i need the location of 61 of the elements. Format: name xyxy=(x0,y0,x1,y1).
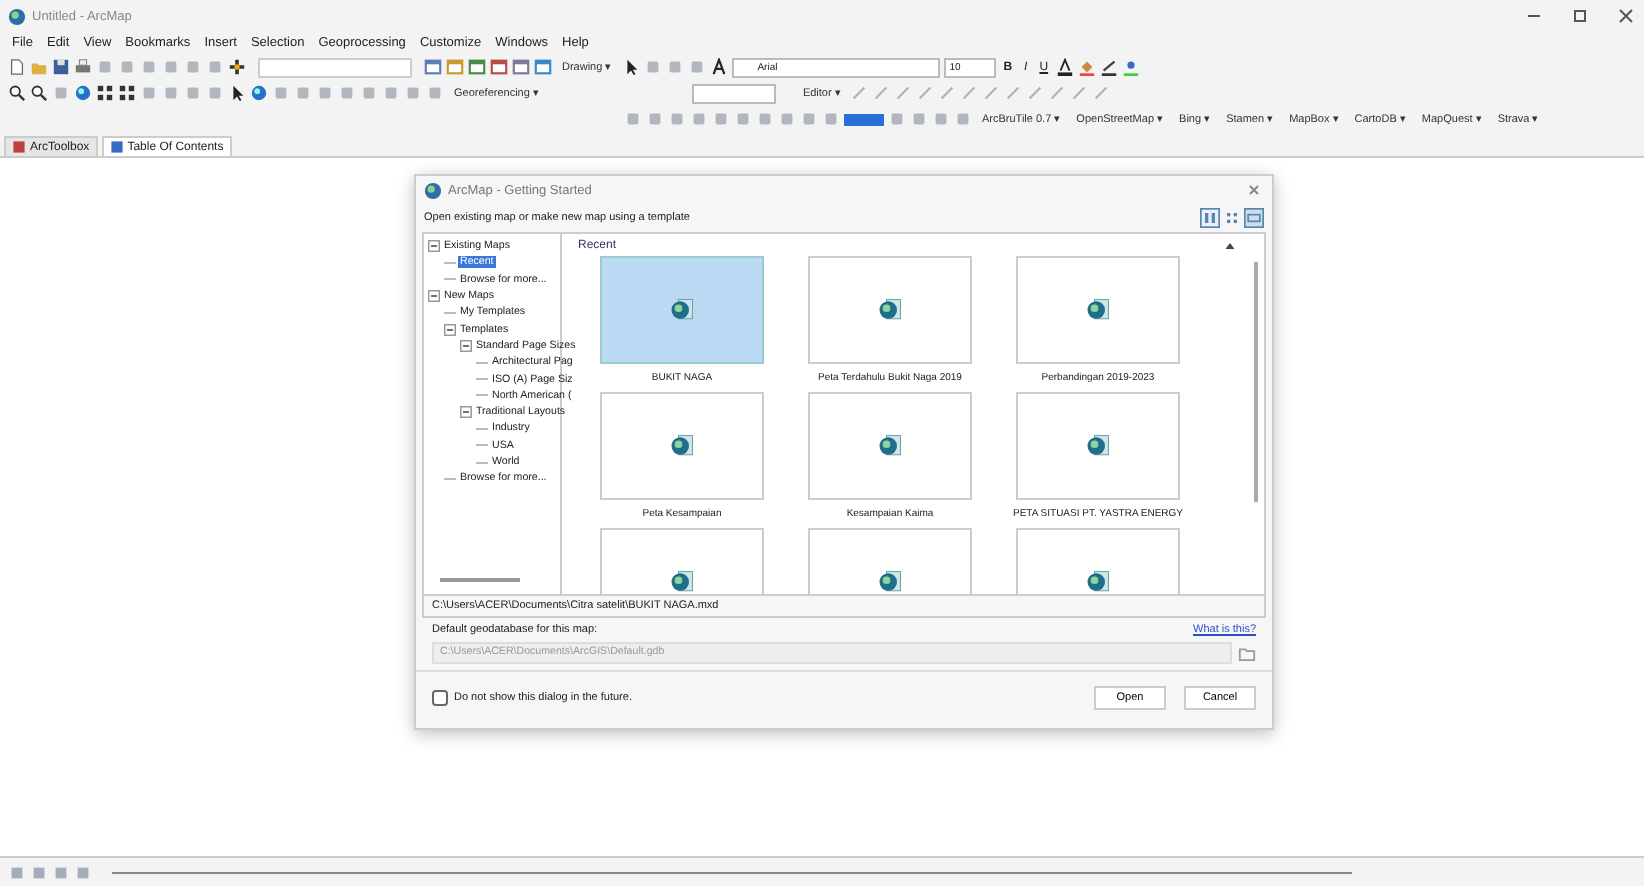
window-tool-icon[interactable] xyxy=(534,58,552,76)
zoom-icon[interactable] xyxy=(30,84,48,102)
scrollbar[interactable] xyxy=(1254,262,1258,502)
app-logo-icon xyxy=(8,7,26,25)
map-document-icon xyxy=(876,568,904,594)
window-tool-icon[interactable] xyxy=(490,58,508,76)
view-toggle-icon[interactable] xyxy=(1200,208,1220,228)
window-tool-icon[interactable] xyxy=(424,58,442,76)
pointer-icon[interactable] xyxy=(621,58,640,76)
view-toggle-icon[interactable] xyxy=(1222,208,1242,228)
map-thumbnail[interactable] xyxy=(600,392,764,500)
map-document-icon xyxy=(1084,432,1112,460)
text-a-icon[interactable] xyxy=(709,58,728,76)
layer-field[interactable] xyxy=(692,83,777,103)
expander-icon[interactable] xyxy=(460,406,472,419)
browse-folder-icon[interactable] xyxy=(1238,644,1256,662)
expander-icon[interactable] xyxy=(428,290,440,303)
scrollbar[interactable] xyxy=(112,871,1352,873)
window-tool-icon[interactable] xyxy=(446,58,464,76)
font-color-icon[interactable] xyxy=(1056,58,1075,76)
maximize-icon[interactable] xyxy=(1570,6,1590,26)
window-tool-icon[interactable] xyxy=(468,58,486,76)
checkbox[interactable] xyxy=(432,690,448,706)
printer-icon[interactable] xyxy=(74,58,92,76)
extent-icon[interactable] xyxy=(96,84,114,102)
expander-icon[interactable] xyxy=(460,339,472,352)
layers-icon xyxy=(109,140,124,154)
scale-field[interactable] xyxy=(258,57,412,77)
globe-icon[interactable] xyxy=(250,84,268,102)
map-thumbnail[interactable] xyxy=(808,392,972,500)
close-icon[interactable] xyxy=(1616,6,1636,26)
expander-icon[interactable] xyxy=(444,323,456,336)
map-document-icon xyxy=(1084,296,1112,324)
toolbox-icon xyxy=(12,140,26,154)
map-thumbnail[interactable] xyxy=(1016,392,1180,500)
line-color-icon[interactable] xyxy=(1100,58,1119,76)
add-data-icon[interactable] xyxy=(228,58,246,76)
extent-icon[interactable] xyxy=(118,84,136,102)
map-document-icon xyxy=(876,296,904,324)
new-page-icon[interactable] xyxy=(8,58,26,76)
zoom-icon[interactable] xyxy=(8,84,26,102)
map-document-icon xyxy=(668,432,696,460)
map-document-icon xyxy=(668,296,696,324)
fill-color-icon[interactable] xyxy=(1078,58,1097,76)
window-tool-icon[interactable] xyxy=(512,58,530,76)
collapse-icon[interactable] xyxy=(1224,239,1236,251)
view-toggle-icon[interactable] xyxy=(1244,208,1264,228)
marker-color-icon[interactable] xyxy=(1122,58,1141,76)
map-document-icon xyxy=(876,432,904,460)
pointer-icon[interactable] xyxy=(228,84,246,102)
close-icon[interactable] xyxy=(1244,180,1264,200)
app-logo-icon xyxy=(424,181,442,199)
map-thumbnail[interactable] xyxy=(600,256,764,364)
map-thumbnail[interactable] xyxy=(808,256,972,364)
scrollbar[interactable] xyxy=(440,578,520,582)
color-swatch-icon[interactable] xyxy=(844,109,884,129)
map-document-icon xyxy=(1084,568,1112,594)
map-thumbnail[interactable] xyxy=(1016,256,1180,364)
expander-icon[interactable] xyxy=(428,240,440,253)
globe-icon[interactable] xyxy=(74,84,92,102)
map-document-icon xyxy=(668,568,696,594)
